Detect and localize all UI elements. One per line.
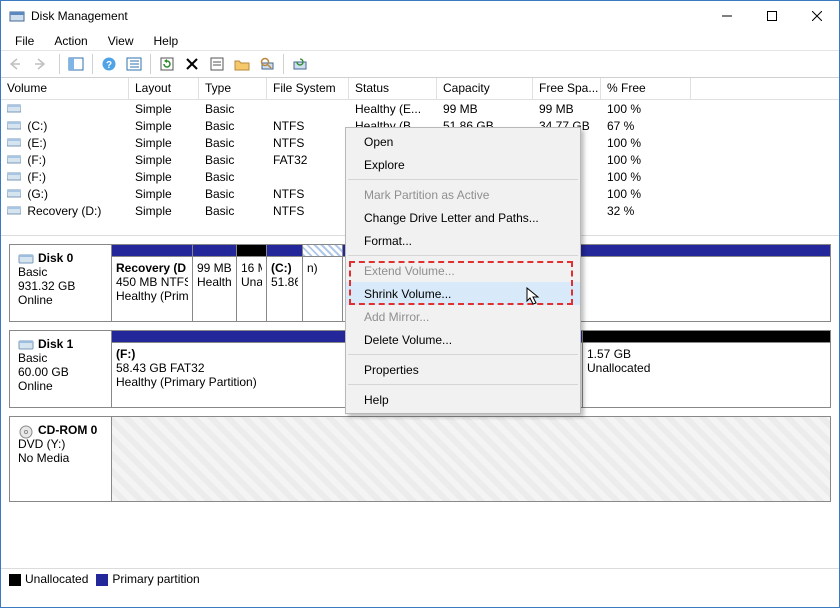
- properties-icon[interactable]: [206, 53, 228, 75]
- toolbar: ?: [1, 51, 839, 78]
- forward-button[interactable]: [32, 53, 54, 75]
- col-layout[interactable]: Layout: [129, 78, 199, 99]
- disk-info[interactable]: CD-ROM 0DVD (Y:)No Media: [10, 417, 112, 501]
- legend-unallocated: Unallocated: [25, 572, 88, 586]
- maximize-button[interactable]: [749, 1, 794, 31]
- hdd-icon: [18, 253, 34, 265]
- col-volume[interactable]: Volume: [1, 78, 129, 99]
- table-row[interactable]: SimpleBasicHealthy (E...99 MB99 MB100 %: [1, 100, 839, 117]
- ctx-open[interactable]: Open: [346, 130, 580, 153]
- menu-view[interactable]: View: [98, 32, 144, 50]
- col-pctfree[interactable]: % Free: [601, 78, 691, 99]
- partition[interactable]: 99 MBHealthy (: [192, 245, 236, 321]
- legend-swatch-primary: [96, 574, 108, 586]
- show-hide-tree-button[interactable]: [65, 53, 87, 75]
- col-filesystem[interactable]: File System: [267, 78, 349, 99]
- col-status[interactable]: Status: [349, 78, 437, 99]
- close-button[interactable]: [794, 1, 839, 31]
- window-title: Disk Management: [31, 9, 704, 23]
- ctx-change-drive-letter[interactable]: Change Drive Letter and Paths...: [346, 206, 580, 229]
- ctx-delete-volume[interactable]: Delete Volume...: [346, 328, 580, 351]
- ctx-add-mirror: Add Mirror...: [346, 305, 580, 328]
- folder-icon[interactable]: [231, 53, 253, 75]
- menu-bar: File Action View Help: [1, 31, 839, 51]
- disk-row: CD-ROM 0DVD (Y:)No Media: [9, 416, 831, 502]
- disk-info[interactable]: Disk 0Basic931.32 GBOnline: [10, 245, 112, 321]
- partition[interactable]: 16 MUnal: [236, 245, 266, 321]
- ctx-explore[interactable]: Explore: [346, 153, 580, 176]
- partition[interactable]: (C:)51.86: [266, 245, 302, 321]
- delete-icon[interactable]: [181, 53, 203, 75]
- partition[interactable]: Recovery (D450 MB NTFSHealthy (Prim: [112, 245, 192, 321]
- help-button[interactable]: ?: [98, 53, 120, 75]
- menu-file[interactable]: File: [5, 32, 44, 50]
- col-capacity[interactable]: Capacity: [437, 78, 533, 99]
- legend: Unallocated Primary partition: [1, 569, 839, 589]
- context-menu: Open Explore Mark Partition as Active Ch…: [345, 127, 581, 414]
- ctx-mark-active: Mark Partition as Active: [346, 183, 580, 206]
- legend-primary: Primary partition: [112, 572, 199, 586]
- minimize-button[interactable]: [704, 1, 749, 31]
- menu-action[interactable]: Action: [44, 32, 97, 50]
- rescan-icon[interactable]: [289, 53, 311, 75]
- ctx-help[interactable]: Help: [346, 388, 580, 411]
- col-type[interactable]: Type: [199, 78, 267, 99]
- legend-swatch-unallocated: [9, 574, 21, 586]
- col-free[interactable]: Free Spa...: [533, 78, 601, 99]
- search-disk-icon[interactable]: [256, 53, 278, 75]
- ctx-extend-volume: Extend Volume...: [346, 259, 580, 282]
- table-header: Volume Layout Type File System Status Ca…: [1, 78, 839, 100]
- refresh-button[interactable]: [156, 53, 178, 75]
- svg-text:?: ?: [106, 60, 112, 71]
- ctx-format[interactable]: Format...: [346, 229, 580, 252]
- disk-info[interactable]: Disk 1Basic60.00 GBOnline: [10, 331, 112, 407]
- ctx-shrink-volume[interactable]: Shrink Volume...: [346, 282, 580, 305]
- empty-media: [112, 417, 830, 501]
- app-icon: [9, 8, 25, 24]
- menu-help[interactable]: Help: [144, 32, 189, 50]
- cdrom-icon: [18, 425, 34, 437]
- title-bar: Disk Management: [1, 1, 839, 31]
- partition[interactable]: n): [302, 245, 342, 321]
- partition[interactable]: 1.57 GBUnallocated: [582, 331, 830, 407]
- ctx-properties[interactable]: Properties: [346, 358, 580, 381]
- back-button[interactable]: [7, 53, 29, 75]
- hdd-icon: [18, 339, 34, 351]
- settings-button[interactable]: [123, 53, 145, 75]
